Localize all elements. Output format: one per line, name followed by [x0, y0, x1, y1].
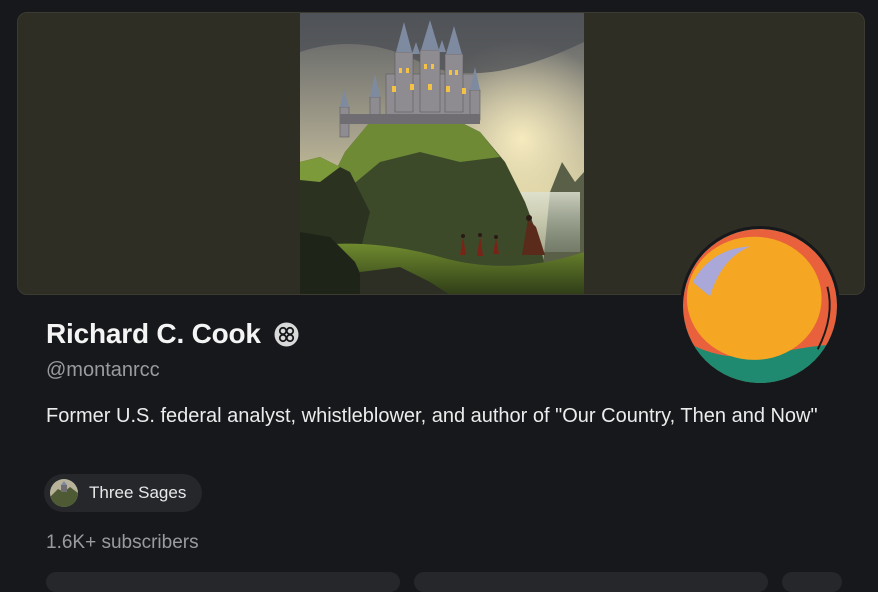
- publication-chip[interactable]: Three Sages: [44, 474, 203, 512]
- profile-bio: Former U.S. federal analyst, whistleblow…: [46, 405, 818, 427]
- subscribe-button[interactable]: [46, 572, 400, 592]
- profile-avatar[interactable]: [680, 226, 840, 386]
- verified-badge-icon: [274, 322, 299, 347]
- publication-thumbnail-icon: [50, 479, 78, 507]
- subscriber-count: 1.6K+ subscribers: [46, 532, 199, 553]
- more-button[interactable]: [782, 572, 842, 592]
- publication-name: Three Sages: [89, 483, 187, 502]
- cover-image: [300, 13, 584, 294]
- profile-name: Richard C. Cook: [46, 318, 261, 349]
- profile-name-row: Richard C. Cook: [46, 318, 299, 350]
- action-button[interactable]: [414, 572, 768, 592]
- avatar-image: [683, 229, 837, 383]
- profile-handle: @montanrcc: [46, 359, 160, 381]
